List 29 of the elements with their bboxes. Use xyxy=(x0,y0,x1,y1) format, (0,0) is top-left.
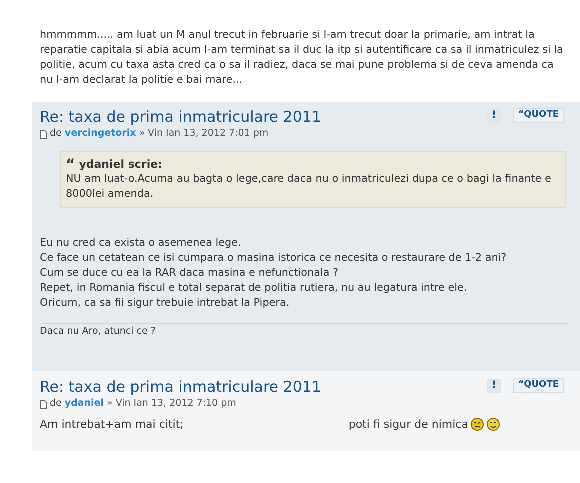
post-title[interactable]: Re: taxa de prima inmatriculare 2011 xyxy=(40,377,322,397)
separator: » xyxy=(107,397,113,411)
post-text: poti fi sigur de nimica xyxy=(348,417,468,432)
report-button[interactable]: ! xyxy=(487,108,502,122)
post-icon xyxy=(40,400,47,408)
post-text: Eu nu cred ca exista o asemenea lege. xyxy=(40,236,242,251)
smiley-icon xyxy=(487,418,500,431)
quote-text: NU am luat-o.Acuma au bagta o lege,care daca nu o inmatriculezi dupa ce o bagi la finante e 8000lei amenda. xyxy=(66,172,552,202)
signature-text: Daca nu Aro, atunci ce ? xyxy=(40,325,157,339)
report-button[interactable]: ! xyxy=(487,378,502,392)
post-icon xyxy=(40,130,47,138)
separator: » xyxy=(139,127,146,141)
post-text: Am intrebat+am mai citit; xyxy=(40,417,184,432)
quote-button[interactable]: “QUOTE xyxy=(513,378,564,393)
author-link[interactable]: ydaniel xyxy=(64,397,104,411)
by-label: de xyxy=(50,397,62,411)
by-label: de xyxy=(50,127,62,141)
post-text: hmmmmm..... am luat un M anul trecut in februarie si l-am trecut doar la primarie, am intrat la reparatie capitala si abia acum l-am terminat sa il duc la itp si autentificare ca sa il inmatriculez si la politie, acum cu taxa asta cred ca o sa il radiez, daca se mai pune problema si de ceva amenda ca nu l-am declarat la politie e bai mare... xyxy=(40,28,564,88)
quote-button[interactable]: “QUOTE xyxy=(513,108,564,123)
post-date: Vin Ian 13, 2012 7:10 pm xyxy=(116,397,236,411)
post-text: Cum se duce cu ea la RAR daca masina e nefunctionala ? xyxy=(40,266,340,281)
post-title[interactable]: Re: taxa de prima inmatriculare 2011 xyxy=(40,107,322,127)
smiley-icon xyxy=(471,418,484,431)
quote-author: ydaniel scrie: xyxy=(79,157,162,172)
quote-mark: “ xyxy=(66,158,76,170)
post-text: Repet, in Romania fiscul e total separat de politia rutiera, nu au legatura intre ele. xyxy=(40,281,468,296)
post-date: Vin Ian 13, 2012 7:01 pm xyxy=(148,127,269,141)
post-text: Oricum, ca sa fii sigur trebuie intrebat la Pipera. xyxy=(40,296,291,311)
post-text: Ce face un cetatean ce isi cumpara o masina istorica ce necesita o restaurare de 1-2 ani? xyxy=(40,251,508,266)
